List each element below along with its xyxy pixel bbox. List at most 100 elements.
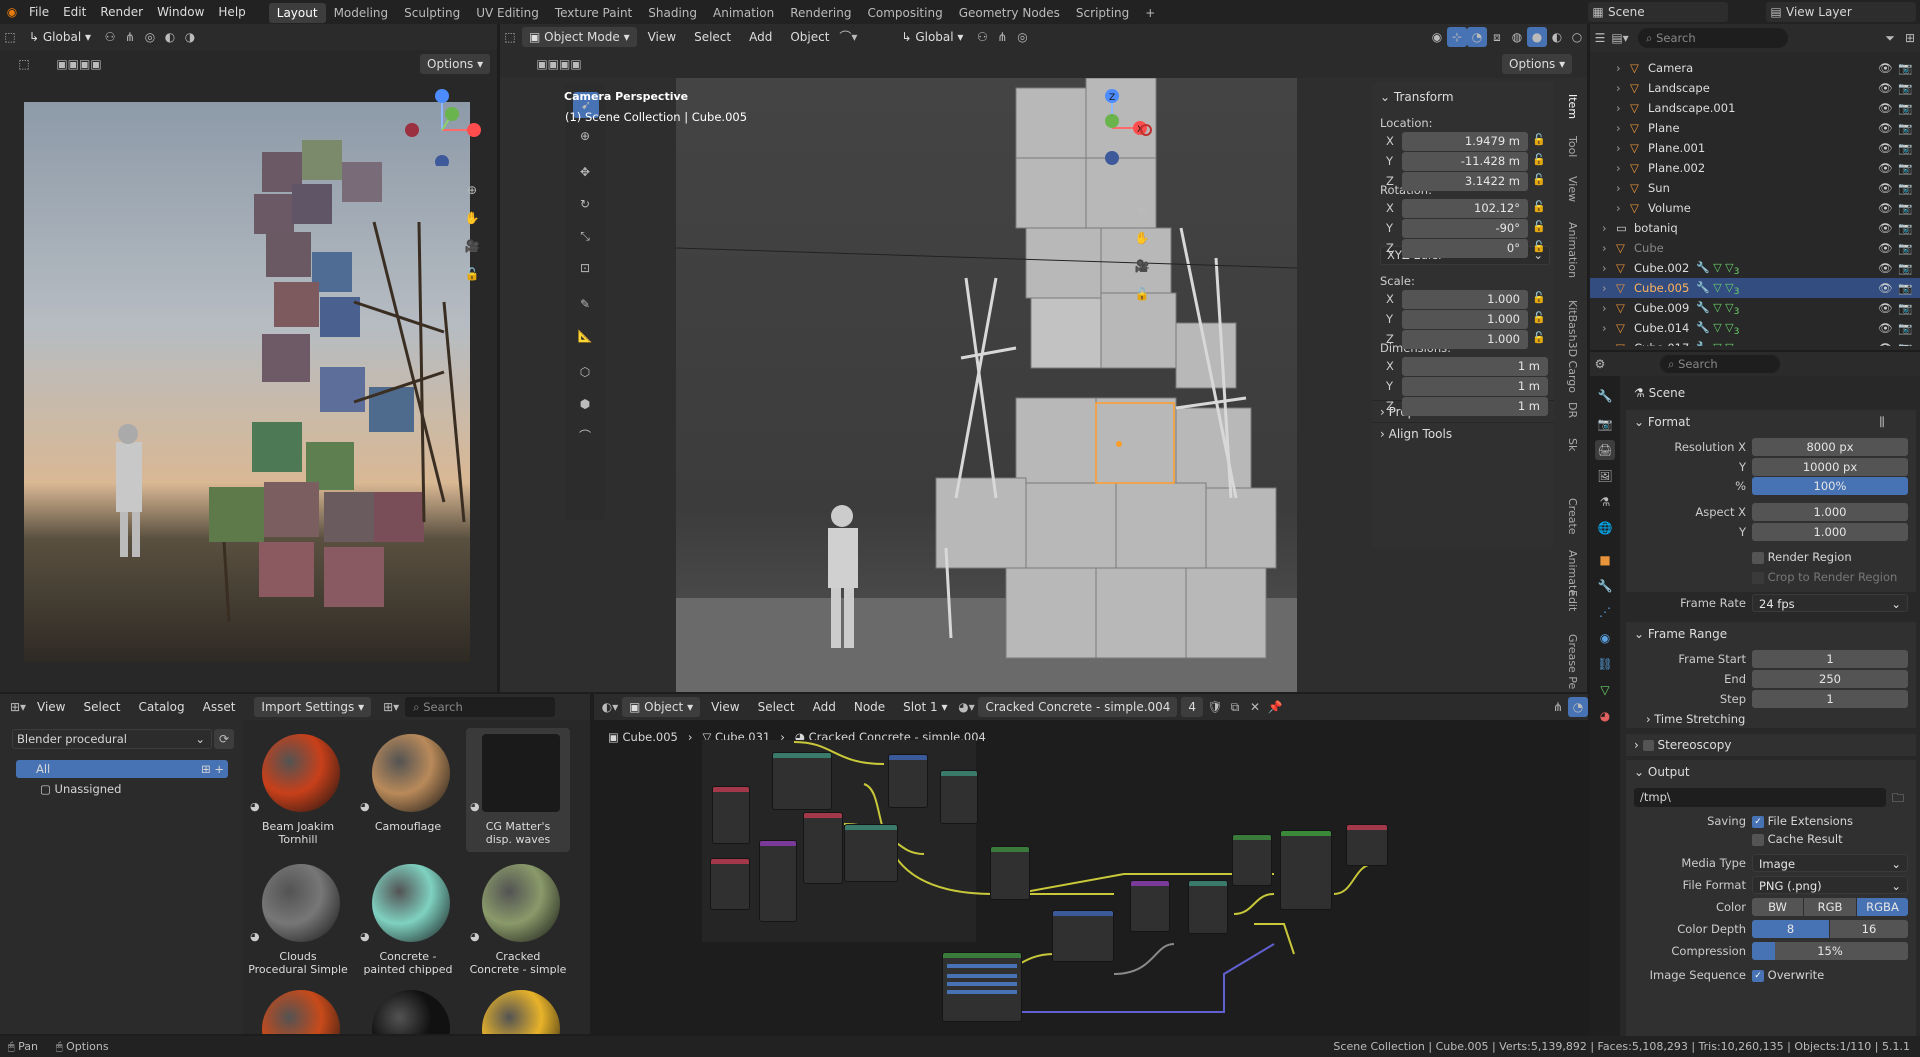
visibility-icon[interactable]: ◉ xyxy=(1427,27,1447,47)
transform-header[interactable]: ⌄ Transform xyxy=(1380,90,1454,104)
outliner-item[interactable]: › ▽ Cube.009 🔧 ▽ ▽3 👁 📷 xyxy=(1590,298,1920,318)
rendered-shading-icon[interactable]: ○ xyxy=(1567,27,1587,47)
npanel-tab-item[interactable]: Item xyxy=(1566,94,1579,119)
asset-tile[interactable]: ◕ Beam Joakim Tornhill xyxy=(246,728,350,852)
npanel-tab-dr[interactable]: DR xyxy=(1566,402,1579,418)
npanel-tab-animation[interactable]: Animation xyxy=(1566,222,1579,278)
scene-tab-icon[interactable]: ⚗ xyxy=(1595,492,1615,512)
solid-shading-icon[interactable]: ● xyxy=(1527,27,1547,47)
expand-chevron-icon[interactable]: › xyxy=(1616,178,1621,198)
viewport-lock-icon[interactable]: 🔓 xyxy=(1132,284,1152,304)
outliner-item[interactable]: › ▽ Plane.002 👁 📷 xyxy=(1590,158,1920,178)
node-mix-shader[interactable] xyxy=(1232,834,1272,886)
add-object-tool-icon[interactable]: ⬢ xyxy=(575,394,595,414)
expand-chevron-icon[interactable]: › xyxy=(1602,238,1607,258)
visibility-eye-icon[interactable]: 👁 xyxy=(1878,278,1893,298)
npanel-tab-sk[interactable]: Sk xyxy=(1566,438,1579,451)
display-mode-icon[interactable]: ▤▾ xyxy=(1610,28,1630,48)
tab-uv-editing[interactable]: UV Editing xyxy=(468,3,547,23)
properties-editor-icon[interactable]: ⚙ xyxy=(1590,354,1610,374)
file-format-dropdown[interactable]: PNG (.png) ⌄ xyxy=(1752,876,1908,894)
catalog-add-icon[interactable]: ⊞ + xyxy=(201,760,224,778)
color-bw-option[interactable]: BW xyxy=(1752,898,1803,916)
color-depth-16-option[interactable]: 16 xyxy=(1830,920,1908,938)
tool-tab-icon[interactable]: 🔧 xyxy=(1595,386,1615,406)
node-concrete-color[interactable] xyxy=(1052,910,1114,962)
orientation-dropdown[interactable]: ↳ Global ▾ xyxy=(22,27,98,47)
outliner-item[interactable]: › ▽ Cube 👁 📷 xyxy=(1590,238,1920,258)
constraints-tab-icon[interactable]: ⛓ xyxy=(1595,654,1615,674)
dimensions-z-field[interactable]: 1 m xyxy=(1402,397,1548,416)
npanel-tab-kitbash3d-cargo[interactable]: KitBash3D Cargo xyxy=(1566,300,1579,393)
outliner-item[interactable]: › ▽ Volume 👁 📷 xyxy=(1590,198,1920,218)
scene-selector[interactable]: ▦ Scene xyxy=(1588,2,1728,22)
outliner-item[interactable]: › ▽ Camera 👁 📷 xyxy=(1590,58,1920,78)
visibility-eye-icon[interactable]: 👁 xyxy=(1878,258,1893,278)
viewport-menu-view[interactable]: View xyxy=(641,27,683,47)
rotation-z-field[interactable]: 0° xyxy=(1402,239,1528,258)
viewport-menu-add[interactable]: Add xyxy=(742,27,779,47)
node-voronoi[interactable] xyxy=(710,858,750,910)
camera-view-icon[interactable]: 🎥 xyxy=(462,236,482,256)
render-visibility-icon[interactable]: 📷 xyxy=(1898,198,1912,218)
rotation-x-field[interactable]: 102.12° xyxy=(1402,199,1528,218)
lock-transform-icon[interactable]: 🔓 xyxy=(1532,173,1546,186)
lock-transform-icon[interactable]: 🔓 xyxy=(1532,291,1546,304)
proportional-icon[interactable]: ◎ xyxy=(140,27,160,47)
output-path-input[interactable]: /tmp\ xyxy=(1634,788,1886,807)
outliner-item[interactable]: › ▽ Sun 👁 📷 xyxy=(1590,178,1920,198)
gizmo-toggle-icon[interactable]: ⊹ xyxy=(1447,27,1467,47)
visibility-eye-icon[interactable]: 👁 xyxy=(1878,158,1893,178)
visibility-eye-icon[interactable]: 👁 xyxy=(1878,318,1893,338)
render-visibility-icon[interactable]: 📷 xyxy=(1898,138,1912,158)
expand-chevron-icon[interactable]: › xyxy=(1616,198,1621,218)
move-tool-icon[interactable]: ✥ xyxy=(575,162,595,182)
asset-tile[interactable]: ◕ Cracked Concrete - simple xyxy=(466,858,570,982)
viewport-zoom-icon[interactable]: ⊕ xyxy=(1132,200,1152,220)
render-visibility-icon[interactable]: 📷 xyxy=(1898,298,1912,318)
node-principled-bsdf[interactable] xyxy=(1280,830,1332,910)
cursor-tool-icon[interactable]: ⊕ xyxy=(575,126,595,146)
npanel-tab-edit[interactable]: Edit xyxy=(1566,590,1579,611)
asset-tile[interactable]: ◕ Camouflage xyxy=(356,728,460,852)
time-stretching-subpanel[interactable]: › Time Stretching xyxy=(1646,712,1745,726)
expand-chevron-icon[interactable]: › xyxy=(1602,258,1607,278)
node-vector-math[interactable] xyxy=(803,812,843,884)
render-tab-icon[interactable]: 📷 xyxy=(1595,414,1615,434)
node-color-ramp[interactable] xyxy=(990,846,1030,900)
res-y-field[interactable]: 10000 px xyxy=(1752,458,1908,476)
asset-editor-type-icon[interactable]: ⊞▾ xyxy=(8,697,28,717)
viewport-camera-icon[interactable]: 🎥 xyxy=(1132,256,1152,276)
catalog-all[interactable]: All ⊞ + xyxy=(16,760,228,778)
left-options-dropdown[interactable]: Options ▾ xyxy=(420,54,491,74)
mode-dropdown[interactable]: ▣ Object Mode ▾ xyxy=(522,27,637,47)
transform-tool-icon[interactable]: ⊡ xyxy=(575,258,595,278)
extra-menu-icon[interactable]: ⌒▾ xyxy=(838,27,858,47)
output-tab-icon[interactable]: 🖨 xyxy=(1595,440,1615,460)
align-tools-subpanel[interactable]: › Align Tools xyxy=(1372,422,1554,444)
curve-tool-icon[interactable]: ⌒ xyxy=(575,426,595,446)
lock-transform-icon[interactable]: 🔓 xyxy=(1532,153,1546,166)
asset-menu-select[interactable]: Select xyxy=(76,697,127,717)
node-mix[interactable] xyxy=(759,840,797,922)
scale-x-field[interactable]: 1.000 xyxy=(1402,290,1528,309)
add-workspace-button[interactable]: + xyxy=(1137,3,1163,23)
output-panel-header[interactable]: ⌄ Output xyxy=(1626,760,1916,784)
media-type-dropdown[interactable]: Image ⌄ xyxy=(1752,854,1908,872)
folder-icon[interactable]: 🗀 xyxy=(1888,788,1908,808)
viewport-menu-select[interactable]: Select xyxy=(687,27,738,47)
gizmo-neg-x-icon[interactable] xyxy=(1140,124,1152,136)
rotate-tool-icon[interactable]: ↻ xyxy=(575,194,595,214)
rotation-y-field[interactable]: -90° xyxy=(1402,219,1528,238)
render-visibility-icon[interactable]: 📷 xyxy=(1898,78,1912,98)
asset-menu-asset[interactable]: Asset xyxy=(196,697,243,717)
resolution-percent-field[interactable]: 100% xyxy=(1752,477,1908,495)
overlay-icon[interactable]: ◐ xyxy=(160,27,180,47)
expand-chevron-icon[interactable]: › xyxy=(1616,98,1621,118)
render-visibility-icon[interactable]: 📷 xyxy=(1898,278,1912,298)
frame-start-field[interactable]: 1 xyxy=(1752,650,1908,668)
import-settings-dropdown[interactable]: Import Settings ▾ xyxy=(254,697,372,717)
render-visibility-icon[interactable]: 📷 xyxy=(1898,178,1912,198)
node-group[interactable] xyxy=(772,752,832,810)
viewport-orientation-dropdown[interactable]: ↳ Global ▾ xyxy=(894,27,970,47)
